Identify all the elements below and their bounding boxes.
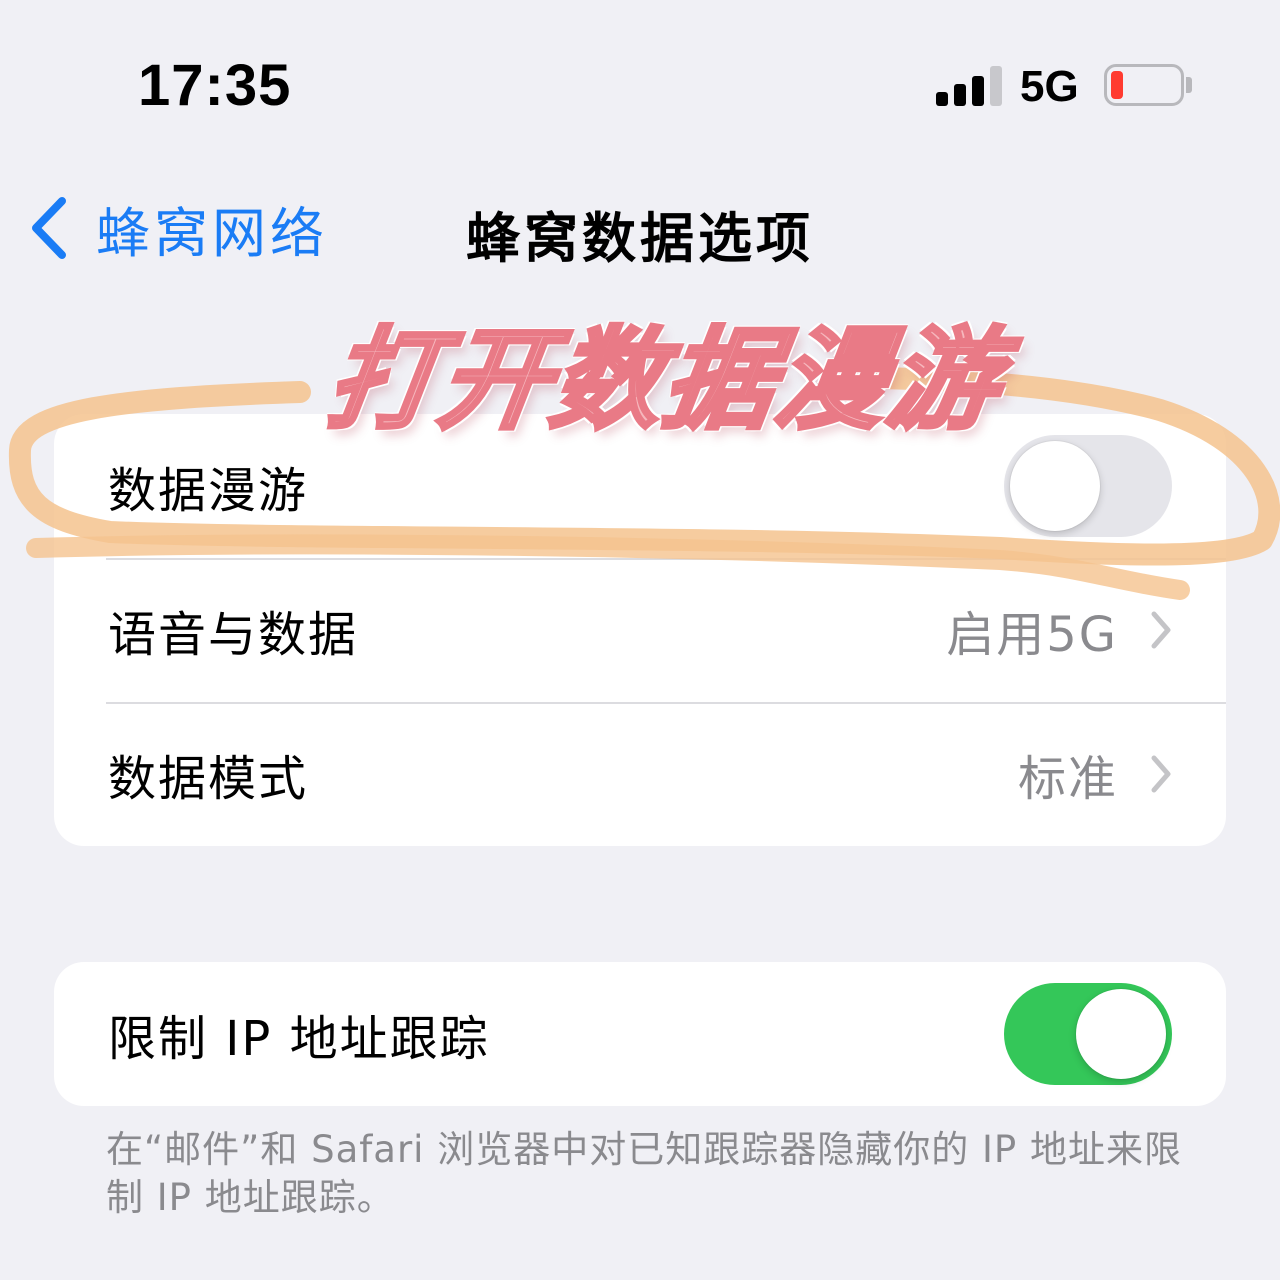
cellular-options-group: 数据漫游 语音与数据 启用5G 数据模式 标准 bbox=[54, 414, 1226, 846]
data-mode-row[interactable]: 数据模式 标准 bbox=[54, 702, 1226, 846]
status-time: 17:35 bbox=[138, 53, 292, 118]
battery-tip bbox=[1186, 77, 1192, 93]
voice-data-value: 启用5G bbox=[946, 607, 1118, 663]
battery-icon bbox=[1104, 64, 1184, 106]
toggle-knob bbox=[1010, 441, 1100, 531]
network-type: 5G bbox=[1020, 62, 1079, 111]
toggle-knob bbox=[1076, 989, 1166, 1079]
overlay-caption: 打开数据漫游 bbox=[318, 314, 1012, 446]
ip-tracking-group: 限制 IP 地址跟踪 bbox=[54, 962, 1226, 1106]
cellular-signal-icon bbox=[936, 64, 1002, 106]
ip-tracking-footer: 在“邮件”和 Safari 浏览器中对已知跟踪器隐藏你的 IP 地址来限制 IP… bbox=[106, 1128, 1182, 1219]
data-roaming-toggle[interactable] bbox=[1004, 435, 1172, 537]
limit-ip-tracking-label: 限制 IP 地址跟踪 bbox=[108, 1011, 490, 1067]
chevron-right-icon bbox=[1150, 754, 1172, 794]
data-roaming-label: 数据漫游 bbox=[108, 463, 309, 519]
voice-data-label: 语音与数据 bbox=[108, 607, 359, 663]
data-mode-value: 标准 bbox=[1017, 751, 1118, 807]
limit-ip-tracking-row: 限制 IP 地址跟踪 bbox=[54, 962, 1226, 1106]
data-mode-label: 数据模式 bbox=[108, 751, 309, 807]
page-title: 蜂窝数据选项 bbox=[466, 207, 814, 270]
limit-ip-tracking-toggle[interactable] bbox=[1004, 983, 1172, 1085]
voice-data-row[interactable]: 语音与数据 启用5G bbox=[54, 558, 1226, 702]
chevron-right-icon bbox=[1150, 610, 1172, 650]
